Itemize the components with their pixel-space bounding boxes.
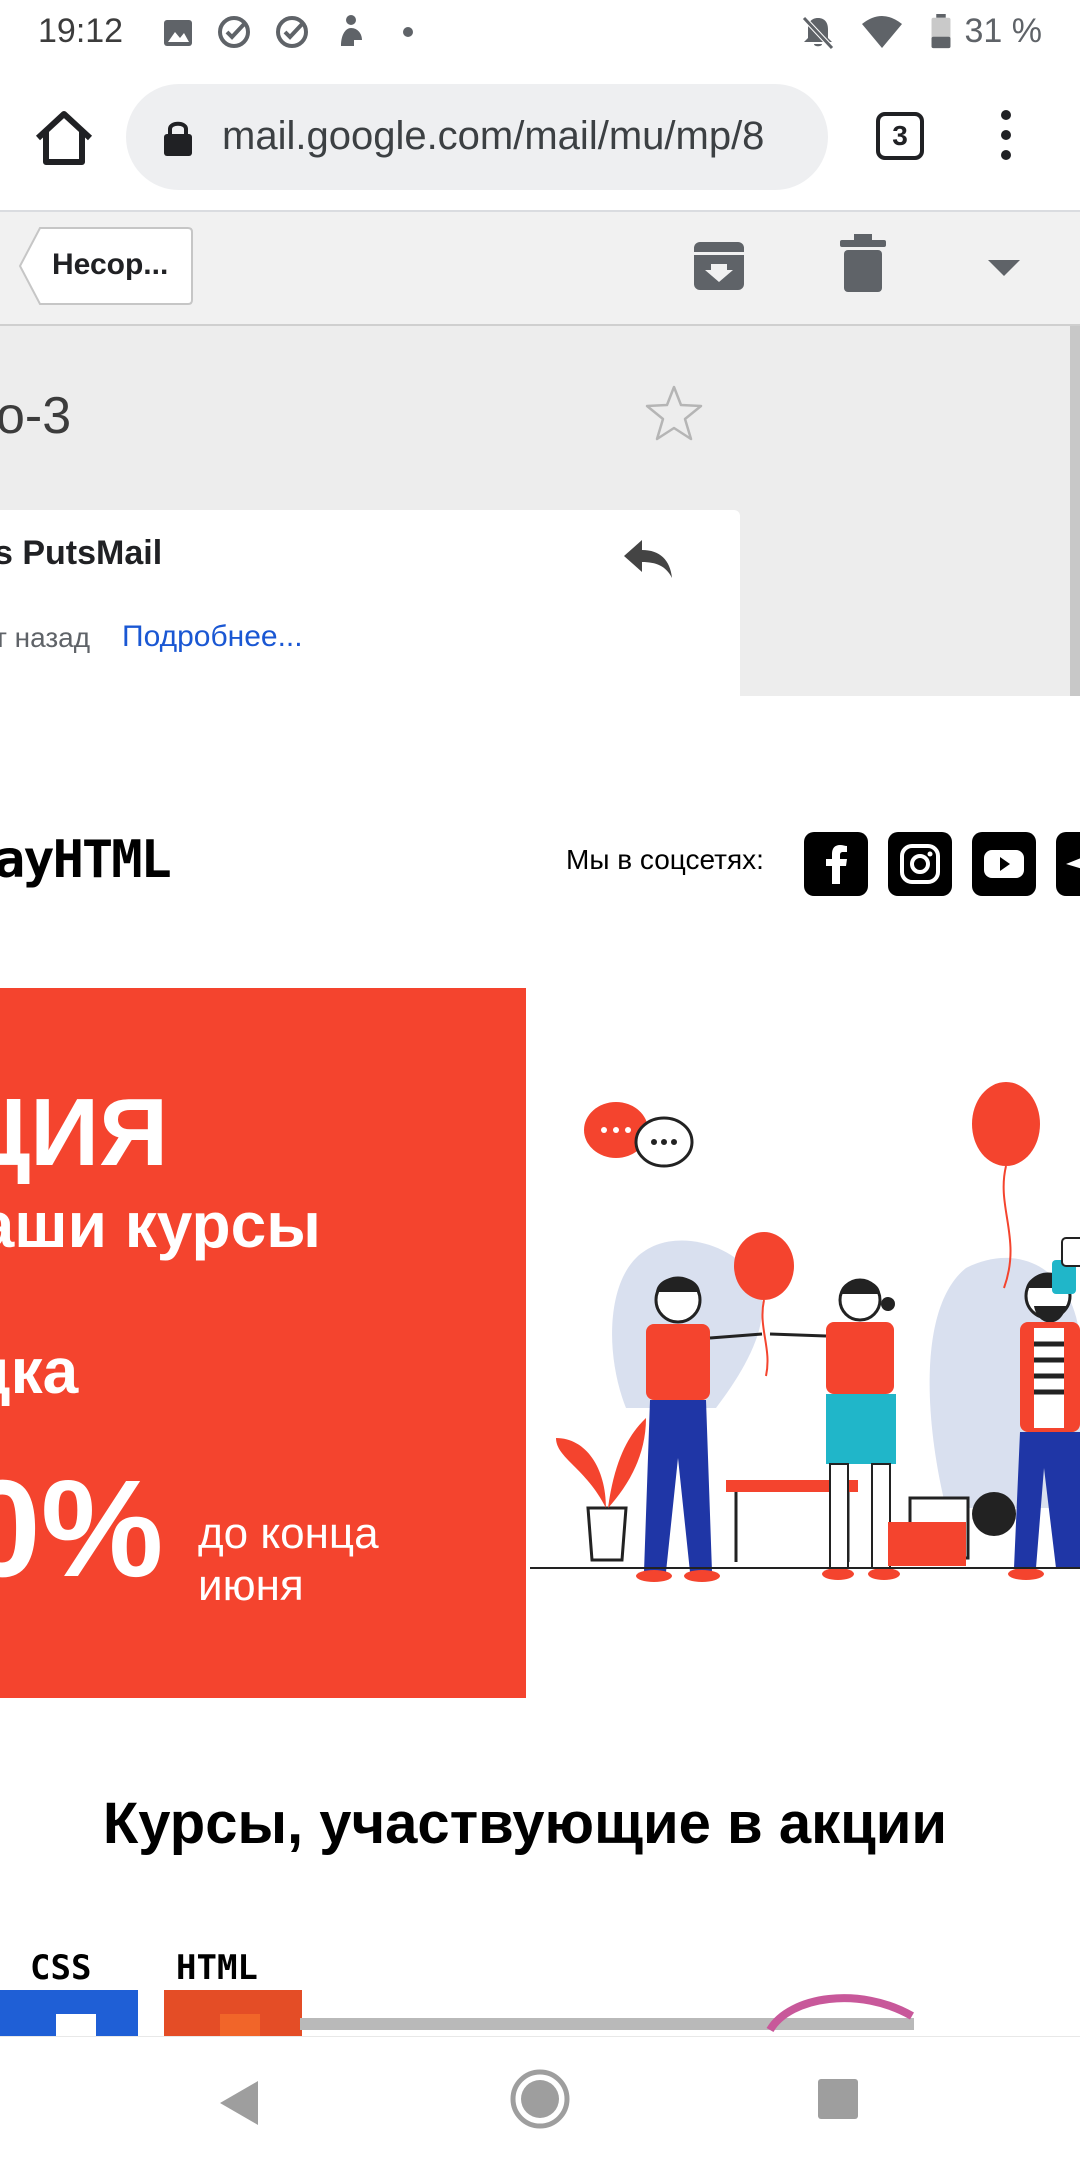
nav-recents-icon[interactable] — [818, 2079, 858, 2119]
nav-home-icon[interactable] — [508, 2067, 572, 2131]
star-icon[interactable] — [644, 384, 704, 442]
promo-until-line-1: до конца — [198, 1509, 379, 1558]
battery-icon — [931, 14, 951, 49]
promo-until: до конца июня — [198, 1508, 379, 1612]
address-bar[interactable]: mail.google.com/mail/mu/mp/8 — [126, 84, 828, 190]
html-badge-icon[interactable] — [164, 1990, 304, 2036]
promo-subtitle: наши курсы — [0, 1189, 321, 1261]
telegram-link[interactable] — [1056, 832, 1080, 896]
status-bar: 19:12 31 % — [0, 0, 1080, 64]
youtube-link[interactable] — [972, 832, 1036, 896]
promo-illustration — [526, 988, 1080, 1698]
battery-percentage: 31 % — [964, 12, 1043, 50]
course-css-label: CSS — [30, 1948, 92, 1988]
promo-until-line-2: июня — [198, 1561, 304, 1610]
sender-card: s PutsMail т назад Подробнее... — [0, 510, 740, 696]
nav-back-icon[interactable] — [216, 2079, 260, 2127]
status-time: 19:12 — [38, 12, 124, 50]
youtube-icon — [984, 850, 1024, 878]
instagram-icon — [900, 844, 940, 884]
more-notifications-dot-icon — [403, 27, 413, 37]
promo-title: ЦИЯ — [0, 1079, 169, 1186]
promo-discount-word: дка — [0, 1335, 79, 1407]
url-text[interactable]: mail.google.com/mail/mu/mp/8 — [222, 114, 764, 159]
course-html-label: HTML — [176, 1948, 258, 1988]
image-notification-icon — [164, 20, 192, 46]
scroll-indicator[interactable] — [1070, 326, 1080, 696]
message-body: ayHTML Мы в соцсетях: ЦИЯ наши курсы дка… — [0, 696, 1080, 2036]
instagram-link[interactable] — [888, 832, 952, 896]
accessibility-icon — [341, 15, 362, 46]
courses-section-title: Курсы, участвующие в акции — [102, 1791, 948, 1856]
promo-percent: 0% — [0, 1452, 164, 1606]
facebook-icon — [826, 845, 847, 884]
course-card-decoration — [300, 1994, 914, 2033]
newsletter-logo[interactable]: ayHTML — [0, 830, 172, 890]
lock-icon — [164, 121, 192, 156]
check-circle-icon — [218, 16, 250, 48]
trash-icon[interactable] — [840, 234, 886, 292]
message-header: о-3 s PutsMail т назад Подробнее... — [0, 326, 1080, 696]
facebook-link[interactable] — [804, 832, 868, 896]
mail-action-toolbar: Несор... — [0, 212, 1080, 326]
check-circle-icon-2 — [276, 16, 308, 48]
message-subject: о-3 — [0, 387, 72, 445]
sent-time: т назад — [0, 622, 91, 653]
menu-dot-icon — [1001, 110, 1011, 120]
menu-dot-icon — [1001, 150, 1011, 160]
browser-toolbar: mail.google.com/mail/mu/mp/8 3 — [0, 64, 1080, 212]
social-label: Мы в соцсетях: — [566, 844, 764, 875]
telegram-icon — [1066, 858, 1080, 869]
sender-name: s PutsMail — [0, 534, 163, 572]
people-with-balloons-illustration — [530, 1082, 1080, 1582]
dropdown-arrow-icon[interactable] — [984, 256, 1024, 278]
menu-dot-icon — [1001, 130, 1011, 140]
system-navigation-bar — [0, 2036, 1080, 2160]
do-not-disturb-bell-icon — [802, 16, 834, 50]
browser-menu-button[interactable] — [990, 110, 1022, 166]
css-badge-icon[interactable] — [0, 1990, 140, 2036]
archive-icon[interactable] — [692, 236, 746, 292]
tab-switcher-button[interactable]: 3 — [876, 112, 924, 160]
back-folder-label: Несор... — [52, 248, 169, 281]
promo-banner[interactable]: ЦИЯ наши курсы дка 0% до конца июня — [0, 988, 526, 1698]
home-icon[interactable] — [30, 104, 98, 172]
reply-icon[interactable] — [622, 538, 674, 580]
details-link[interactable]: Подробнее... — [122, 620, 303, 654]
wifi-icon — [862, 16, 902, 48]
